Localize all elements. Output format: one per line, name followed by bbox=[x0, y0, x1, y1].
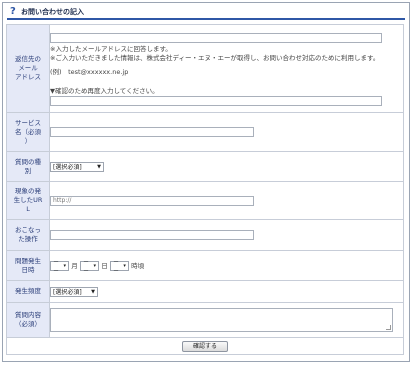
label-line: （必須） bbox=[15, 320, 41, 328]
select-value: [選択必須] bbox=[53, 289, 82, 296]
value-url: http:// bbox=[49, 181, 404, 220]
inquiry-form-table: 返信先の メール アドレス ※入力したメールアドレスに回答します。 ※ご入力いた… bbox=[6, 24, 404, 355]
row-datetime: 問題発生 日時 －－ ▾ 月 －－ ▾ 日 －－ ▾ 時頃 bbox=[6, 250, 404, 281]
select-value: [選択必須] bbox=[53, 164, 82, 171]
row-url: 現象の発 生したUR L http:// bbox=[6, 181, 404, 220]
chevron-down-icon: ▾ bbox=[123, 262, 126, 269]
select-value: －－ bbox=[53, 258, 60, 275]
label-line: サービス bbox=[15, 118, 41, 127]
label-line: L bbox=[26, 205, 30, 213]
resize-grip-icon[interactable] bbox=[386, 325, 391, 330]
hour-select[interactable]: －－ ▾ bbox=[109, 259, 129, 275]
hour-unit: 時頃 bbox=[131, 261, 145, 270]
select-value: －－ bbox=[82, 258, 89, 275]
value-service bbox=[49, 112, 404, 152]
day-unit: 日 bbox=[101, 261, 108, 270]
label-question-type: 質問の種 別 bbox=[6, 151, 50, 182]
value-details bbox=[49, 302, 404, 338]
label-service: サービス 名（必須 ） bbox=[6, 112, 50, 152]
label-operation: おこなっ た操作 bbox=[6, 219, 50, 251]
email-input[interactable] bbox=[50, 33, 382, 43]
label-line: 名（必須 bbox=[15, 127, 41, 136]
label-line: 質問内容 bbox=[15, 311, 41, 319]
chevron-down-icon: ▾ bbox=[63, 262, 66, 269]
label-frequency: 発生頻度 bbox=[6, 280, 50, 303]
email-note-1: ※入力したメールアドレスに回答します。 bbox=[50, 45, 172, 53]
label-line: 返信先の bbox=[15, 55, 41, 63]
row-operation: おこなっ た操作 bbox=[6, 219, 404, 251]
email-confirm-note: ▼確認のため再度入力してください。 bbox=[50, 87, 159, 95]
value-datetime: －－ ▾ 月 －－ ▾ 日 －－ ▾ 時頃 bbox=[49, 250, 404, 281]
question-mark-icon: ? bbox=[10, 6, 16, 17]
form-header: ? お問い合わせの記入 bbox=[7, 6, 405, 20]
row-frequency: 発生頻度 [選択必須] ▼ bbox=[6, 280, 404, 303]
email-confirm-input[interactable] bbox=[50, 96, 382, 106]
frequency-select[interactable]: [選択必須] ▼ bbox=[50, 286, 98, 297]
label-line: た操作 bbox=[18, 235, 38, 243]
label-line: 質問の種 bbox=[15, 157, 41, 166]
label-line: 別 bbox=[24, 166, 32, 175]
value-email: ※入力したメールアドレスに回答します。 ※ご入力いただきました情報は、株式会社デ… bbox=[49, 24, 404, 113]
month-unit: 月 bbox=[71, 261, 78, 270]
form-title: お問い合わせの記入 bbox=[21, 8, 84, 16]
label-details: 質問内容 （必須） bbox=[6, 302, 50, 338]
service-name-input[interactable] bbox=[50, 127, 254, 137]
label-email: 返信先の メール アドレス bbox=[6, 24, 50, 113]
submit-cell: 確認する bbox=[6, 337, 404, 355]
value-frequency: [選択必須] ▼ bbox=[49, 280, 404, 303]
label-line: メール bbox=[18, 64, 38, 72]
row-submit: 確認する bbox=[6, 337, 404, 355]
label-line: アドレス bbox=[15, 73, 41, 81]
row-question-type: 質問の種 別 [選択必須] ▼ bbox=[6, 151, 404, 182]
label-url: 現象の発 生したUR L bbox=[6, 181, 50, 220]
day-select[interactable]: －－ ▾ bbox=[79, 259, 99, 275]
label-line: 問題発生 bbox=[15, 256, 41, 265]
value-question-type: [選択必須] ▼ bbox=[49, 151, 404, 182]
label-line: 生したUR bbox=[13, 196, 43, 204]
chevron-down-icon: ▼ bbox=[91, 288, 95, 295]
label-line: 現象の発 bbox=[15, 187, 41, 195]
label-line: おこなっ bbox=[15, 226, 41, 234]
chevron-down-icon: ▾ bbox=[93, 262, 96, 269]
row-details: 質問内容 （必須） bbox=[6, 302, 404, 338]
month-select[interactable]: －－ ▾ bbox=[50, 259, 69, 275]
label-datetime: 問題発生 日時 bbox=[6, 250, 50, 281]
label-line: 発生頻度 bbox=[15, 287, 41, 295]
question-type-select[interactable]: [選択必須] ▼ bbox=[50, 161, 104, 172]
confirm-button[interactable]: 確認する bbox=[182, 340, 228, 352]
value-operation bbox=[49, 219, 404, 251]
row-service: サービス 名（必須 ） bbox=[6, 112, 404, 152]
label-line: ） bbox=[24, 136, 32, 145]
email-note-2: ※ご入力いただきました情報は、株式会社ディー・エヌ・エーが取得し、お問い合わせ対… bbox=[50, 54, 380, 62]
chevron-down-icon: ▼ bbox=[97, 163, 101, 170]
details-textarea[interactable] bbox=[50, 308, 393, 332]
row-email: 返信先の メール アドレス ※入力したメールアドレスに回答します。 ※ご入力いた… bbox=[6, 24, 404, 113]
operation-input[interactable] bbox=[50, 230, 254, 240]
label-line: 日時 bbox=[21, 265, 35, 274]
email-example: (例) test@xxxxxx.ne.jp bbox=[50, 68, 129, 76]
url-input[interactable]: http:// bbox=[50, 195, 254, 206]
select-value: －－ bbox=[112, 258, 119, 275]
